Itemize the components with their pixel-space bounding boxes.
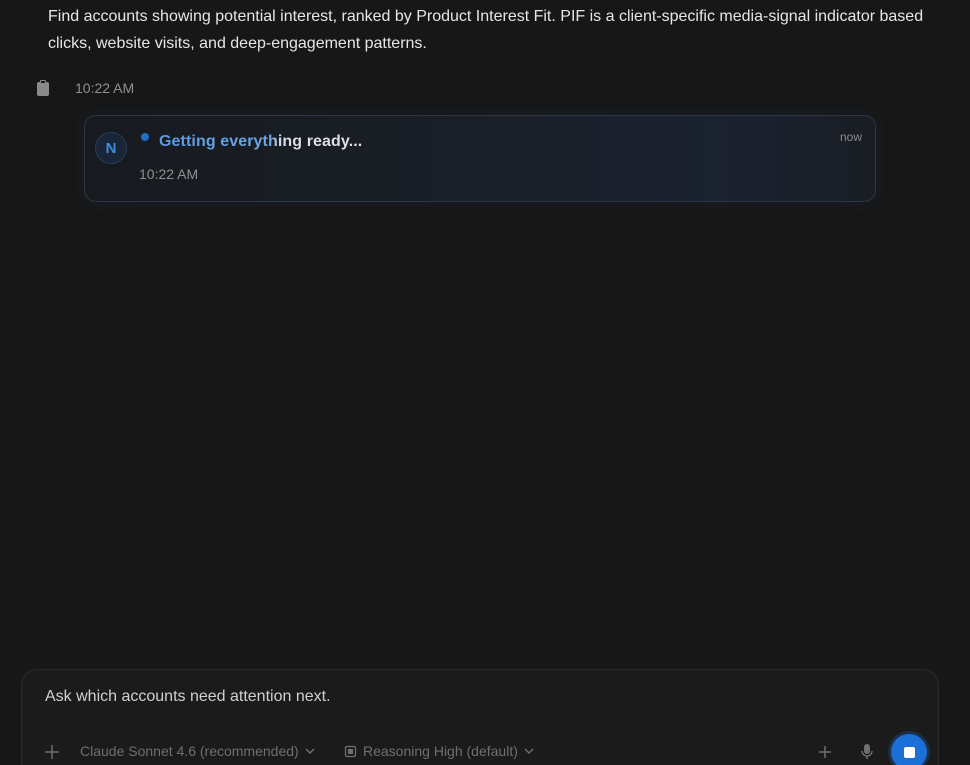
status-card: N Getting everything ready... now 10:22 … xyxy=(84,115,876,202)
stop-button[interactable] xyxy=(891,734,927,765)
composer-toolbar: Claude Sonnet 4.6 (recommended) Reasonin… xyxy=(22,734,938,765)
status-timestamp: 10:22 AM xyxy=(139,166,199,182)
chevron-down-icon xyxy=(524,748,534,754)
status-indicator-dot xyxy=(141,133,149,141)
stop-icon xyxy=(903,746,915,758)
reasoning-selector[interactable]: Reasoning High (default) xyxy=(344,743,534,759)
reasoning-selector-label: Reasoning High (default) xyxy=(363,743,518,759)
chevron-down-icon xyxy=(305,748,315,754)
microphone-icon[interactable] xyxy=(860,743,874,761)
chip-icon xyxy=(344,745,357,757)
status-title: Getting everything ready... xyxy=(159,133,363,150)
plus-icon[interactable] xyxy=(815,742,835,762)
message-timestamp: 10:22 AM xyxy=(75,80,135,96)
status-relative-time: now xyxy=(839,130,862,144)
message-meta: 10:22 AM xyxy=(36,78,134,98)
clipboard-icon[interactable] xyxy=(36,79,50,97)
user-message-line-2: clicks, website visits, and deep-engagem… xyxy=(48,35,427,52)
model-selector-label: Claude Sonnet 4.6 (recommended) xyxy=(80,743,299,759)
assistant-avatar: N xyxy=(95,132,127,164)
user-message: Find accounts showing potential interest… xyxy=(48,3,970,57)
model-selector[interactable]: Claude Sonnet 4.6 (recommended) xyxy=(80,743,315,759)
composer: .composer-input::placeholder{color:#d0d0… xyxy=(21,669,939,765)
plus-icon[interactable] xyxy=(42,742,62,762)
message-input[interactable] xyxy=(43,687,747,707)
chat-page: Find accounts showing potential interest… xyxy=(0,0,970,765)
user-message-line-1: Find accounts showing potential interest… xyxy=(48,8,924,25)
